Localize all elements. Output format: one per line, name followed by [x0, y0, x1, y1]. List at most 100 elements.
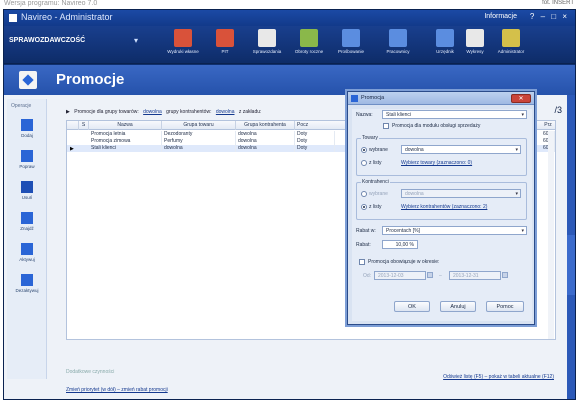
info-menu[interactable]: Informacje	[484, 13, 517, 20]
chevron-down-icon[interactable]: ▾	[515, 146, 518, 153]
col-product-group[interactable]: Grupa towaru	[162, 121, 236, 130]
window-controls[interactable]: ? – □ ×	[530, 12, 569, 21]
cell-name: Promocja letnia	[89, 131, 162, 138]
col-client-group[interactable]: Grupa kontrahenta	[236, 121, 295, 130]
help-button[interactable]: Pomoc	[486, 301, 524, 312]
filter-bar: ▶ Promocje dla grupy towarów: dowolna gr…	[66, 109, 356, 118]
date-from-input[interactable]: 2013-12-03	[374, 271, 426, 280]
toolbar-button-1[interactable]: PIT	[202, 29, 248, 62]
toolbar-button-label: PIT	[221, 49, 229, 54]
col-start[interactable]: Pocz	[295, 121, 335, 130]
filter-text-products: Promocje dla grupy towarów:	[74, 109, 139, 115]
period-checkbox[interactable]	[359, 259, 365, 265]
cell-start: Doty	[295, 145, 335, 152]
chevron-down-icon[interactable]: ▾	[521, 111, 524, 118]
toolbar-button-label: Pracownicy	[386, 49, 410, 54]
app-title: Navireo - Administrator	[21, 12, 113, 22]
operation-label: Popraw	[19, 164, 35, 169]
promotion-dialog: Promocja ✕ Nazwa: Stali klienci ▾ Promoc…	[347, 91, 535, 325]
side-tab[interactable]	[567, 235, 575, 295]
toolbar-button-0[interactable]: Wydruki własne	[160, 29, 206, 62]
products-radio-all-label: wybrane	[369, 147, 388, 153]
operation-2[interactable]: Usuń	[9, 179, 45, 209]
clients-group-select[interactable]: dowolna ▾	[401, 189, 521, 198]
operation-label: Usuń	[21, 195, 33, 200]
select-clients-link[interactable]: Wybierz kontrahentów (zaznaczono: 2)	[401, 204, 487, 210]
toolbar-button-3[interactable]: Obroty roczne	[286, 29, 332, 62]
table-scrollbar[interactable]	[548, 131, 554, 339]
discount-type-select[interactable]: Procentach [%] ▾	[382, 226, 527, 235]
operation-4[interactable]: Aktywuj	[9, 241, 45, 271]
calendar-icon[interactable]	[427, 272, 433, 278]
clients-radio-list[interactable]	[361, 204, 367, 210]
cell-product-group: Dezodoranty	[162, 131, 236, 138]
operations-panel: Operacje Dodaj Popraw Usuń Znajdź Aktywuj Dez…	[7, 99, 47, 379]
toolbar-button-2[interactable]: Sprawozdania	[244, 29, 290, 62]
promotions-icon	[19, 71, 37, 89]
products-group: Towary wybrane dowolna ▾ z listy Wybierz…	[356, 135, 527, 176]
chevron-down-icon[interactable]: ▾	[515, 190, 518, 197]
toolbar-button-label: Obroty roczne	[294, 49, 324, 54]
clients-radio-all-label: wybrane	[369, 191, 388, 197]
toolbar-button-5[interactable]: Pracownicy	[375, 29, 421, 62]
dialog-title-bar: Promocja ✕	[348, 92, 534, 105]
dialog-title: Promocja	[361, 95, 385, 101]
operation-3[interactable]: Znajdź	[9, 210, 45, 240]
operations-title: Operacje	[11, 103, 32, 109]
select-products-link[interactable]: Wybierz towary (zaznaczono: 0)	[401, 160, 472, 166]
products-radio-all[interactable]	[361, 147, 367, 153]
toolbar: SPRAWOZDAWCZOŚĆ ▾ Wydruki własne PIT Spraw…	[4, 26, 575, 64]
dialog-body: Nazwa: Stali klienci ▾ Promocja dla modu…	[352, 109, 532, 321]
graph-icon	[466, 29, 484, 47]
operation-0[interactable]: Dodaj	[9, 117, 45, 147]
products-radio-list[interactable]	[361, 160, 367, 166]
loyalty-label: Promocja dla modułu obsługi sprzedaży	[392, 123, 481, 129]
col-status[interactable]: S	[79, 121, 89, 130]
discount-label: Rabat:	[356, 242, 371, 248]
ok-button[interactable]: OK	[394, 301, 430, 312]
name-label: Nazwa:	[356, 112, 373, 118]
clients-radio-all[interactable]	[361, 191, 367, 197]
change-priority-link[interactable]: Zmień priorytet (w dół) – zmień rabat pr…	[66, 387, 168, 393]
discount-input[interactable]: 10,00 %	[382, 240, 418, 249]
toolbar-section[interactable]: SPRAWOZDAWCZOŚĆ	[9, 37, 85, 44]
toolbar-button-4[interactable]: Prośbowanie	[328, 29, 374, 62]
toolbar-button-8[interactable]: Administrator	[488, 29, 534, 62]
toolbar-button-label: Administrator	[497, 49, 525, 54]
products-group-value: dowolna	[405, 147, 424, 153]
calendar-icon[interactable]	[502, 272, 508, 278]
col-priority[interactable]: Prz	[541, 121, 555, 130]
operation-5[interactable]: Dezaktywuj	[9, 272, 45, 302]
loyalty-checkbox[interactable]	[383, 123, 389, 129]
cell-name: Stali klienci	[89, 145, 162, 152]
filter-clients-value[interactable]: dowolna	[216, 109, 235, 115]
delete-icon	[21, 181, 33, 193]
operation-1[interactable]: Popraw	[9, 148, 45, 178]
cell-start: Doty	[295, 131, 335, 138]
add-icon	[21, 119, 33, 131]
filter-products-value[interactable]: dowolna	[143, 109, 162, 115]
period-group: Promocja obowiązuje w okresie: Od: 2013-…	[356, 257, 527, 287]
operation-label: Dodaj	[21, 133, 33, 138]
toolbar-button-label: Wydruki własne	[167, 49, 199, 54]
refresh-list-link[interactable]: Odśwież listę (F5) – pokaż w tabeli aktu…	[443, 374, 554, 380]
page: Wersja programu: Navireo 7.0 fot. INSERT…	[0, 0, 578, 403]
row-marker-icon: ▶	[70, 146, 74, 152]
clients-group-value: dowolna	[405, 191, 424, 197]
dialog-close-button[interactable]: ✕	[511, 94, 531, 103]
filter-arrow-icon: ▶	[66, 109, 70, 115]
cancel-button[interactable]: Anuluj	[440, 301, 476, 312]
chevron-down-icon[interactable]: ▾	[521, 227, 524, 234]
products-radio-list-label: z listy	[369, 160, 382, 166]
toolbar-button-label: Prośbowanie	[337, 49, 364, 54]
right-side-strip	[567, 95, 575, 399]
col-marker[interactable]	[67, 121, 79, 130]
date-to-input[interactable]: 2013-12-31	[449, 271, 501, 280]
clients-group: Kontrahenci wybrane dowolna ▾ z listy Wy…	[356, 179, 527, 220]
products-group-select[interactable]: dowolna ▾	[401, 145, 521, 154]
col-name[interactable]: Nazwa	[89, 121, 162, 130]
discount-type-label: Rabat w:	[356, 228, 376, 234]
chevron-down-icon[interactable]: ▾	[134, 36, 138, 45]
name-value: Stali klienci	[386, 112, 412, 118]
name-input[interactable]: Stali klienci ▾	[382, 110, 527, 119]
